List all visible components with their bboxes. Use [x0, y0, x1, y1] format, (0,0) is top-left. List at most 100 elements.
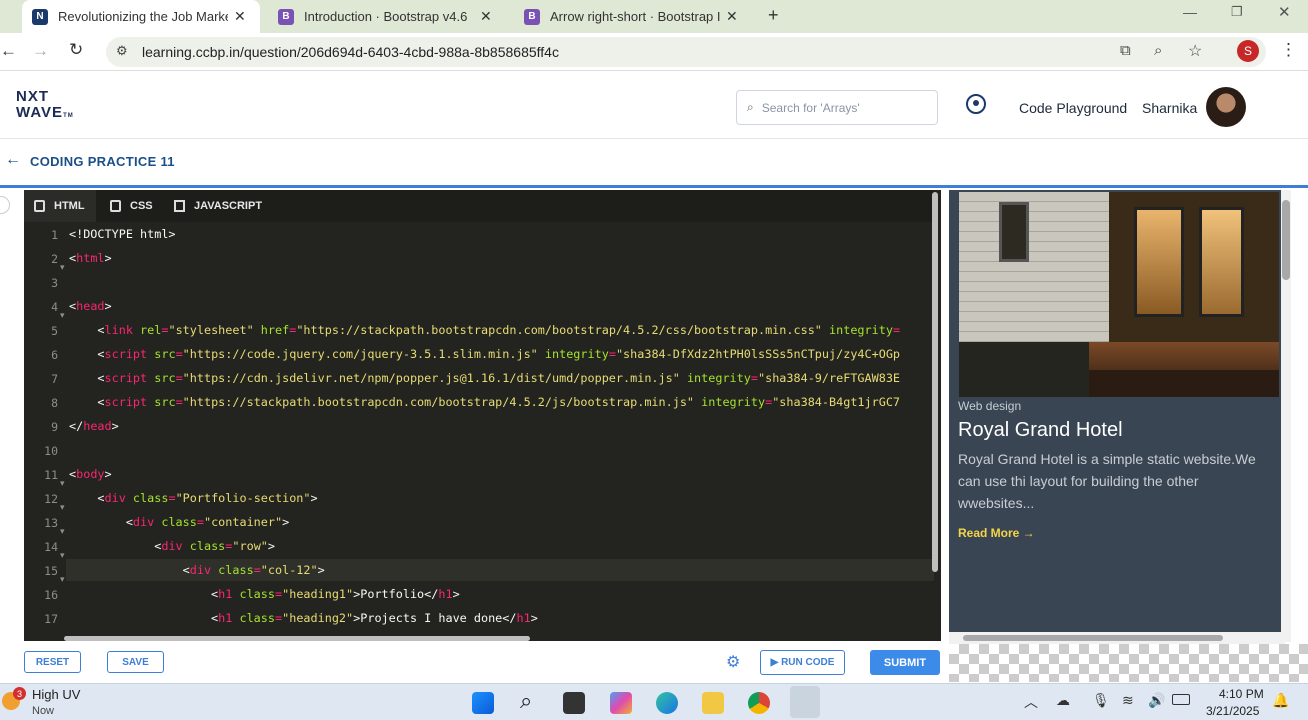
code-text: div [189, 563, 212, 577]
back-icon[interactable]: ← [0, 41, 17, 61]
task-view-icon[interactable] [563, 692, 585, 714]
reset-button[interactable]: RESET [24, 651, 81, 673]
code-text: "https://stackpath.bootstrapcdn.com/boot… [296, 323, 822, 337]
editor-vertical-scrollbar[interactable] [932, 192, 938, 572]
output-preview[interactable]: Web design Royal Grand Hotel Royal Grand… [949, 190, 1285, 642]
editor-horizontal-scrollbar[interactable] [64, 636, 530, 641]
code-text: script [104, 395, 148, 409]
code-text: body [76, 467, 105, 481]
search-input[interactable]: ⌕ Search for 'Arrays' [736, 90, 938, 125]
submit-button[interactable]: SUBMIT [870, 650, 940, 675]
code-playground-link[interactable]: Code Playground [1019, 100, 1127, 116]
browser-tab[interactable]: B Introduction · Bootstrap v4.6 ✕ [278, 0, 506, 33]
code-text: head [76, 299, 105, 313]
code-text: < [69, 371, 105, 385]
code-text: < [69, 395, 105, 409]
menu-dots-icon[interactable]: ⋮ [1280, 40, 1297, 60]
code-text: link [104, 323, 133, 337]
clock-date[interactable]: 3/21/2025 [1206, 704, 1259, 718]
code-text: < [69, 491, 105, 505]
bootstrap-favicon-icon: B [278, 8, 294, 25]
search-icon: ⌕ [747, 100, 754, 114]
browser-tab-strip: N Revolutionizing the Job Market ✕ B Int… [0, 0, 1308, 33]
collapse-panel-handle[interactable] [0, 196, 10, 214]
show-hidden-icons-icon[interactable]: ︿ [1024, 692, 1038, 712]
tab-title: Introduction · Bootstrap v4.6 [304, 9, 468, 24]
profile-avatar[interactable]: S [1237, 40, 1259, 62]
forward-icon[interactable]: → [32, 41, 49, 61]
code-text: "https://cdn.jsdelivr.net/npm/popper.js@… [182, 371, 680, 385]
battery-icon[interactable] [1172, 694, 1190, 705]
code-line-9: </head> [69, 417, 119, 435]
close-tab-icon[interactable]: ✕ [480, 8, 492, 25]
search-taskbar-icon[interactable]: ⌕ [520, 688, 532, 714]
browser-toolbar: ← → ↻ ⚙ learning.ccbp.in/question/206d69… [0, 33, 1308, 71]
practice-title: CODING PRACTICE 11 [30, 154, 175, 169]
user-avatar[interactable] [1206, 87, 1246, 127]
code-text: < [69, 563, 190, 577]
copilot-icon[interactable] [610, 692, 632, 714]
install-app-icon[interactable]: ⧉ [1120, 42, 1131, 59]
file-explorer-icon[interactable] [702, 692, 724, 714]
code-text: rel [132, 323, 162, 337]
nxtwave-logo[interactable]: NXT WAVETM [16, 89, 74, 124]
user-name[interactable]: Sharnika [1142, 100, 1197, 116]
windows-start-icon[interactable] [472, 692, 494, 714]
code-text: > [452, 587, 460, 601]
code-text: script [104, 371, 148, 385]
wifi-icon[interactable]: ≋ [1122, 692, 1134, 709]
reload-icon[interactable]: ↻ [69, 40, 83, 60]
new-tab-icon[interactable]: + [768, 5, 779, 26]
close-tab-icon[interactable]: ✕ [726, 8, 738, 25]
microphone-icon[interactable]: 🎙 [1092, 692, 1110, 709]
save-button[interactable]: SAVE [107, 651, 164, 673]
minimize-icon[interactable]: — [1183, 4, 1197, 20]
read-more-link[interactable]: Read More → [958, 526, 1035, 540]
code-text: >Projects I have done</ [353, 611, 517, 625]
settings-gear-icon[interactable]: ⚙ [726, 652, 740, 672]
code-text: "sha384-B4gt1jrGC7 [772, 395, 901, 409]
code-text: script [104, 347, 148, 361]
code-text: </ [69, 419, 84, 433]
site-info-icon[interactable]: ⚙ [116, 43, 128, 59]
search-placeholder: Search for 'Arrays' [761, 100, 860, 115]
bookmark-star-icon[interactable]: ☆ [1188, 41, 1202, 61]
code-text: h1 [438, 587, 453, 601]
volume-icon[interactable]: 🔊 [1148, 692, 1165, 709]
code-text: h1 [218, 587, 233, 601]
weather-title[interactable]: High UV [32, 687, 80, 702]
restore-icon[interactable]: ❐ [1231, 4, 1243, 20]
notification-bell-icon[interactable]: 🔔 [1272, 692, 1289, 709]
code-text: = [253, 563, 261, 577]
code-text: = [608, 347, 616, 361]
snipping-tool-icon[interactable] [790, 686, 820, 718]
close-window-icon[interactable]: ✕ [1278, 3, 1291, 21]
browser-tab[interactable]: B Arrow right-short · Bootstrap Ic ✕ [524, 0, 752, 33]
close-tab-icon[interactable]: ✕ [234, 8, 246, 25]
code-text: > [104, 467, 112, 481]
code-text: < [69, 587, 219, 601]
logo-tm: TM [63, 113, 74, 119]
chrome-icon[interactable] [748, 692, 770, 714]
code-line-14: <div class="row"> [69, 537, 275, 555]
code-text: class [232, 587, 275, 601]
edge-browser-icon[interactable] [656, 692, 678, 714]
browser-tab-active[interactable]: N Revolutionizing the Job Market ✕ [22, 0, 260, 33]
preview-vertical-scrollbar[interactable] [1281, 190, 1291, 642]
run-code-button[interactable]: ▶ RUN CODE [760, 650, 845, 675]
code-line-8: <script src="https://stackpath.bootstrap… [69, 393, 900, 411]
code-text: < [69, 611, 219, 625]
timer-icon[interactable] [966, 94, 986, 114]
address-bar[interactable]: ⚙ learning.ccbp.in/question/206d694d-640… [106, 37, 1266, 67]
code-line-7: <script src="https://cdn.jsdelivr.net/np… [69, 369, 900, 387]
back-arrow-icon[interactable]: ← [5, 151, 21, 169]
clock-time[interactable]: 4:10 PM [1219, 687, 1264, 701]
cloud-icon[interactable]: ☁ [1056, 692, 1070, 709]
weather-subtitle: Now [32, 705, 55, 717]
zoom-icon[interactable]: ⌕ [1154, 42, 1162, 59]
preview-horizontal-scrollbar[interactable] [949, 632, 1285, 644]
code-editor[interactable]: HTML CSS JAVASCRIPT 1 2 3 4 5 6 7 8 9 10… [24, 190, 941, 641]
code-text: > [317, 563, 325, 577]
code-text: = [892, 323, 901, 337]
code-text: class [232, 611, 275, 625]
